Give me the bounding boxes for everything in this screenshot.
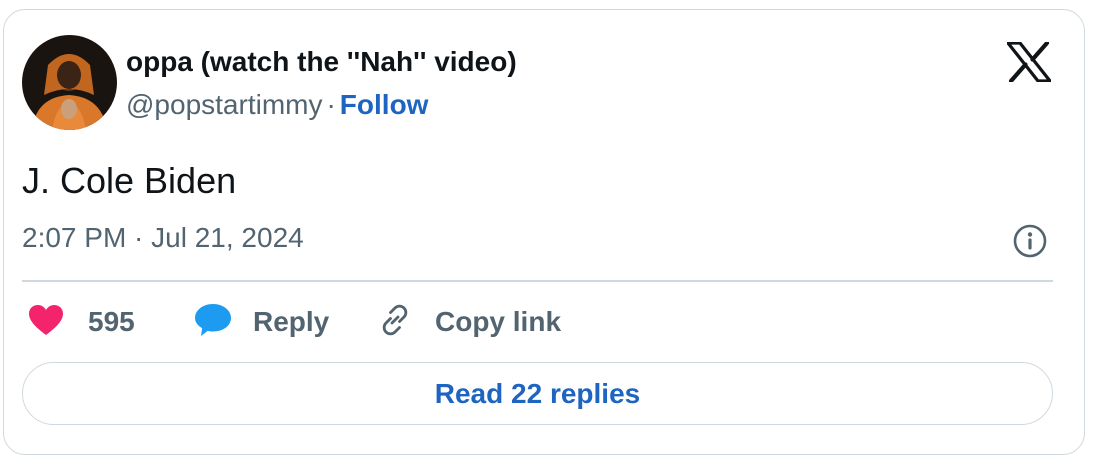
author-name[interactable]: oppa (watch the ''Nah'' video) xyxy=(126,46,517,78)
x-logo-icon[interactable] xyxy=(1006,40,1052,84)
separator: · xyxy=(326,89,336,120)
link-icon xyxy=(377,302,413,343)
heart-icon xyxy=(28,304,64,341)
copy-link-button[interactable]: Copy link xyxy=(377,302,561,342)
follow-link[interactable]: Follow xyxy=(340,89,429,120)
reply-button[interactable]: Reply xyxy=(193,302,329,342)
like-count: 595 xyxy=(88,306,135,337)
divider xyxy=(22,280,1053,282)
info-icon[interactable] xyxy=(1013,224,1047,258)
tweet-text: J. Cole Biden xyxy=(22,160,237,201)
timestamp-link[interactable]: 2:07 PM · Jul 21, 2024 xyxy=(22,222,304,254)
reply-label: Reply xyxy=(253,306,330,337)
copy-link-label: Copy link xyxy=(435,306,562,337)
speech-bubble-icon xyxy=(193,302,233,343)
handle-row: @popstartimmy · Follow xyxy=(126,89,428,121)
like-button[interactable]: 595 xyxy=(28,302,135,342)
avatar[interactable] xyxy=(22,35,117,130)
author-handle[interactable]: @popstartimmy xyxy=(126,89,322,120)
read-replies-label: Read 22 replies xyxy=(434,377,641,409)
read-replies-button[interactable]: Read 22 replies xyxy=(22,362,1053,425)
